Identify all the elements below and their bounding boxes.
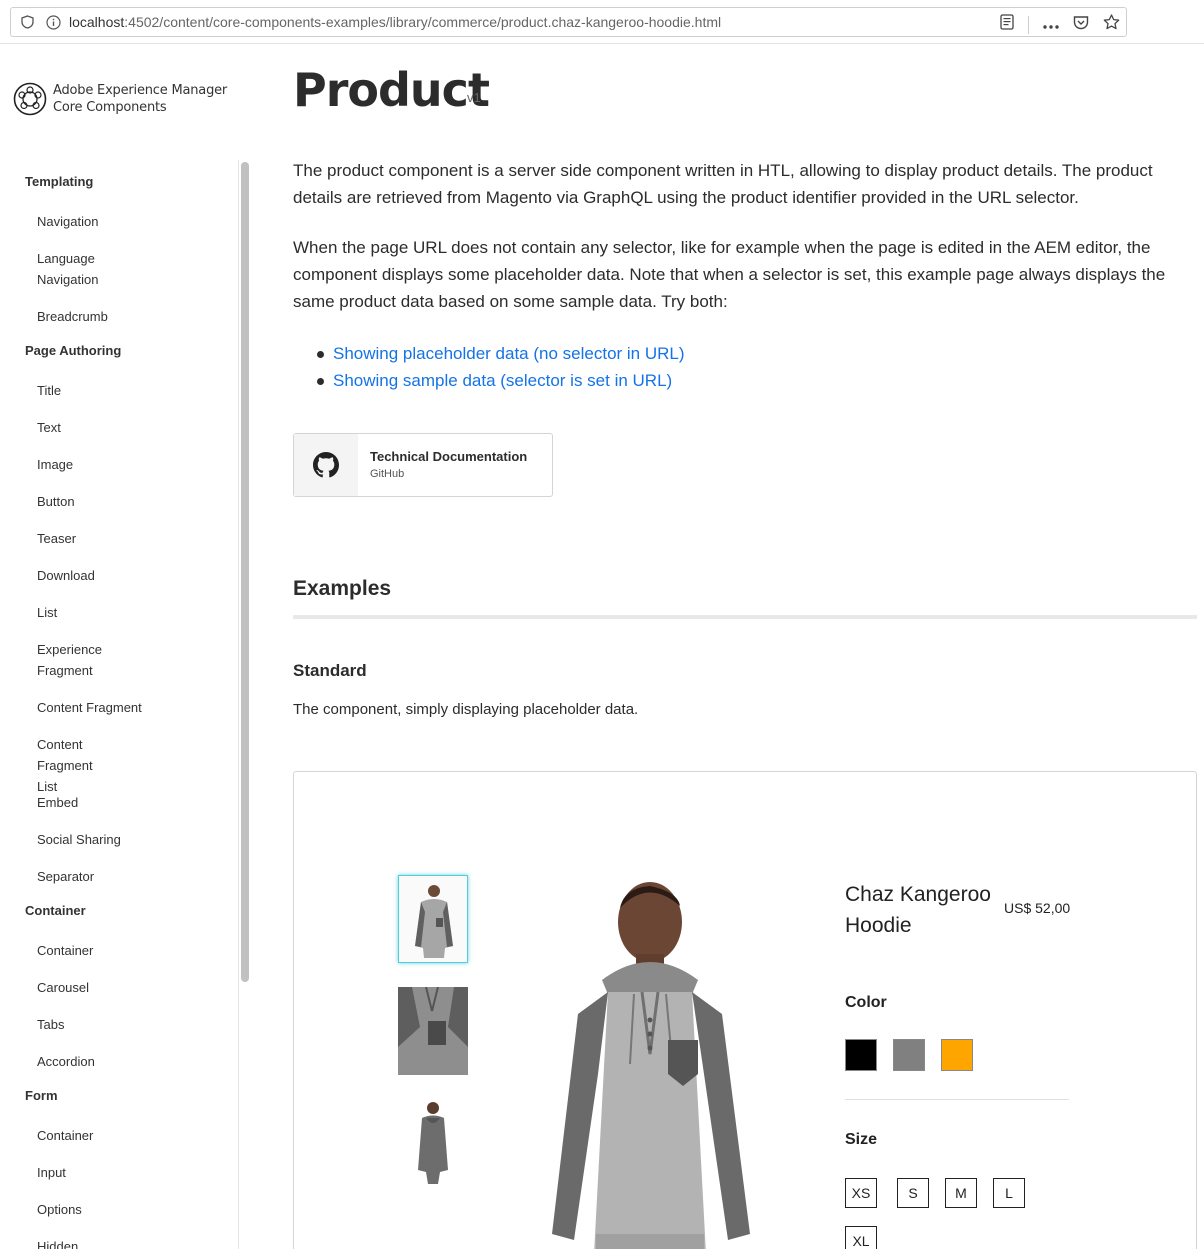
size-option-xl[interactable]: XL bbox=[845, 1226, 877, 1249]
nav-item-breadcrumb[interactable]: Breadcrumb bbox=[0, 306, 150, 327]
pocket-icon[interactable] bbox=[1073, 15, 1089, 35]
product-thumbnail-detail[interactable] bbox=[398, 987, 468, 1075]
url-host: localhost bbox=[69, 14, 125, 30]
nav-item-image[interactable]: Image bbox=[0, 454, 150, 475]
address-bar[interactable]: localhost:4502/content/core-components-e… bbox=[10, 7, 1127, 37]
example-links: Showing placeholder data (no selector in… bbox=[317, 340, 685, 394]
url-text[interactable]: localhost:4502/content/core-components-e… bbox=[69, 14, 721, 30]
page-title: Product bbox=[293, 63, 490, 117]
examples-divider bbox=[293, 615, 1197, 619]
sidebar-scrollbar-thumb[interactable] bbox=[241, 162, 249, 982]
nav-item-content-fragment-list[interactable]: Content Fragment List bbox=[0, 734, 110, 797]
standard-description: The component, simply displaying placeho… bbox=[293, 701, 639, 718]
nav-item-separator[interactable]: Separator bbox=[0, 866, 150, 887]
product-example-box: Chaz Kangeroo Hoodie US$ 52,00 Color Siz… bbox=[293, 771, 1197, 1249]
color-swatch-orange[interactable] bbox=[941, 1039, 973, 1071]
nav-item-hidden[interactable]: Hidden bbox=[0, 1236, 150, 1249]
nav-item-container[interactable]: Container bbox=[0, 1125, 150, 1146]
github-icon bbox=[313, 452, 339, 478]
nav-item-social-sharing[interactable]: Social Sharing bbox=[0, 829, 150, 850]
color-swatch-gray[interactable] bbox=[893, 1039, 925, 1071]
doc-card-subtitle: GitHub bbox=[370, 468, 405, 480]
nav-item-embed[interactable]: Embed bbox=[0, 792, 150, 813]
standard-heading: Standard bbox=[293, 661, 367, 680]
aem-logo[interactable]: Adobe Experience Manager Core Components bbox=[13, 82, 227, 116]
nav-group-page-authoring: Page Authoring bbox=[25, 343, 122, 358]
options-divider bbox=[845, 1099, 1069, 1100]
hoodie-back-thumb-image bbox=[398, 1098, 468, 1186]
nav-item-text[interactable]: Text bbox=[0, 417, 150, 438]
shield-icon[interactable] bbox=[19, 14, 35, 30]
doc-card-title: Technical Documentation bbox=[370, 449, 528, 464]
nav-group-templating: Templating bbox=[25, 174, 94, 189]
reader-view-icon[interactable] bbox=[1000, 14, 1014, 35]
url-path: :4502/content/core-components-examples/l… bbox=[124, 14, 722, 30]
color-swatch-black[interactable] bbox=[845, 1039, 877, 1071]
bookmark-star-icon[interactable] bbox=[1103, 14, 1120, 35]
examples-heading: Examples bbox=[293, 577, 392, 600]
logo-title: Adobe Experience Manager bbox=[53, 83, 228, 98]
size-option-xs[interactable]: XS bbox=[845, 1178, 877, 1208]
doc-icon-box bbox=[294, 434, 358, 496]
technical-documentation-card[interactable]: Technical Documentation GitHub bbox=[293, 433, 553, 497]
product-main-image bbox=[538, 874, 778, 1249]
nav-item-language-navigation[interactable]: Language Navigation bbox=[0, 248, 110, 290]
nav-item-input[interactable]: Input bbox=[0, 1162, 150, 1183]
nav-item-options[interactable]: Options bbox=[0, 1199, 150, 1220]
info-icon[interactable] bbox=[45, 14, 61, 30]
nav-item-content-fragment[interactable]: Content Fragment bbox=[0, 697, 150, 718]
size-label: Size bbox=[845, 1131, 878, 1148]
size-option-s[interactable]: S bbox=[897, 1178, 929, 1208]
size-option-m[interactable]: M bbox=[945, 1178, 977, 1208]
size-option-l[interactable]: L bbox=[993, 1178, 1025, 1208]
intro-paragraph: The product component is a server side c… bbox=[293, 161, 1153, 207]
aem-logo-icon bbox=[13, 82, 47, 116]
product-thumbnail-front[interactable] bbox=[398, 875, 468, 963]
color-label: Color bbox=[845, 994, 887, 1011]
nav-item-list[interactable]: List bbox=[0, 602, 150, 623]
sidebar-nav: Templating Navigation Language Navigation B… bbox=[0, 162, 236, 1249]
nav-item-experience-fragment[interactable]: Experience Fragment bbox=[0, 639, 110, 681]
nav-item-navigation[interactable]: Navigation bbox=[0, 211, 150, 232]
selector-paragraph: When the page URL does not contain any s… bbox=[293, 238, 1166, 311]
more-actions-icon[interactable] bbox=[1043, 16, 1059, 34]
nav-item-carousel[interactable]: Carousel bbox=[0, 977, 150, 998]
nav-item-teaser[interactable]: Teaser bbox=[0, 528, 150, 549]
nav-group-container: Container bbox=[25, 903, 86, 918]
product-name: Chaz Kangeroo Hoodie bbox=[845, 883, 991, 937]
browser-toolbar: localhost:4502/content/core-components-e… bbox=[0, 0, 1204, 44]
product-thumbnail-back[interactable] bbox=[398, 1098, 468, 1186]
nav-item-download[interactable]: Download bbox=[0, 565, 150, 586]
nav-item-button[interactable]: Button bbox=[0, 491, 150, 512]
placeholder-data-link[interactable]: Showing placeholder data (no selector in… bbox=[317, 340, 685, 367]
hoodie-detail-thumb-image bbox=[398, 987, 468, 1075]
hoodie-front-thumb-image bbox=[399, 876, 467, 962]
logo-subtitle: Core Components bbox=[53, 100, 167, 115]
version-label: v1 bbox=[467, 90, 481, 105]
nav-item-container[interactable]: Container bbox=[0, 940, 150, 961]
nav-group-form: Form bbox=[25, 1088, 58, 1103]
sample-data-link[interactable]: Showing sample data (selector is set in … bbox=[317, 367, 685, 394]
product-price: US$ 52,00 bbox=[1004, 900, 1071, 916]
nav-item-accordion[interactable]: Accordion bbox=[0, 1051, 150, 1072]
nav-item-title[interactable]: Title bbox=[0, 380, 150, 401]
nav-item-tabs[interactable]: Tabs bbox=[0, 1014, 150, 1035]
toolbar-separator bbox=[1028, 15, 1029, 34]
